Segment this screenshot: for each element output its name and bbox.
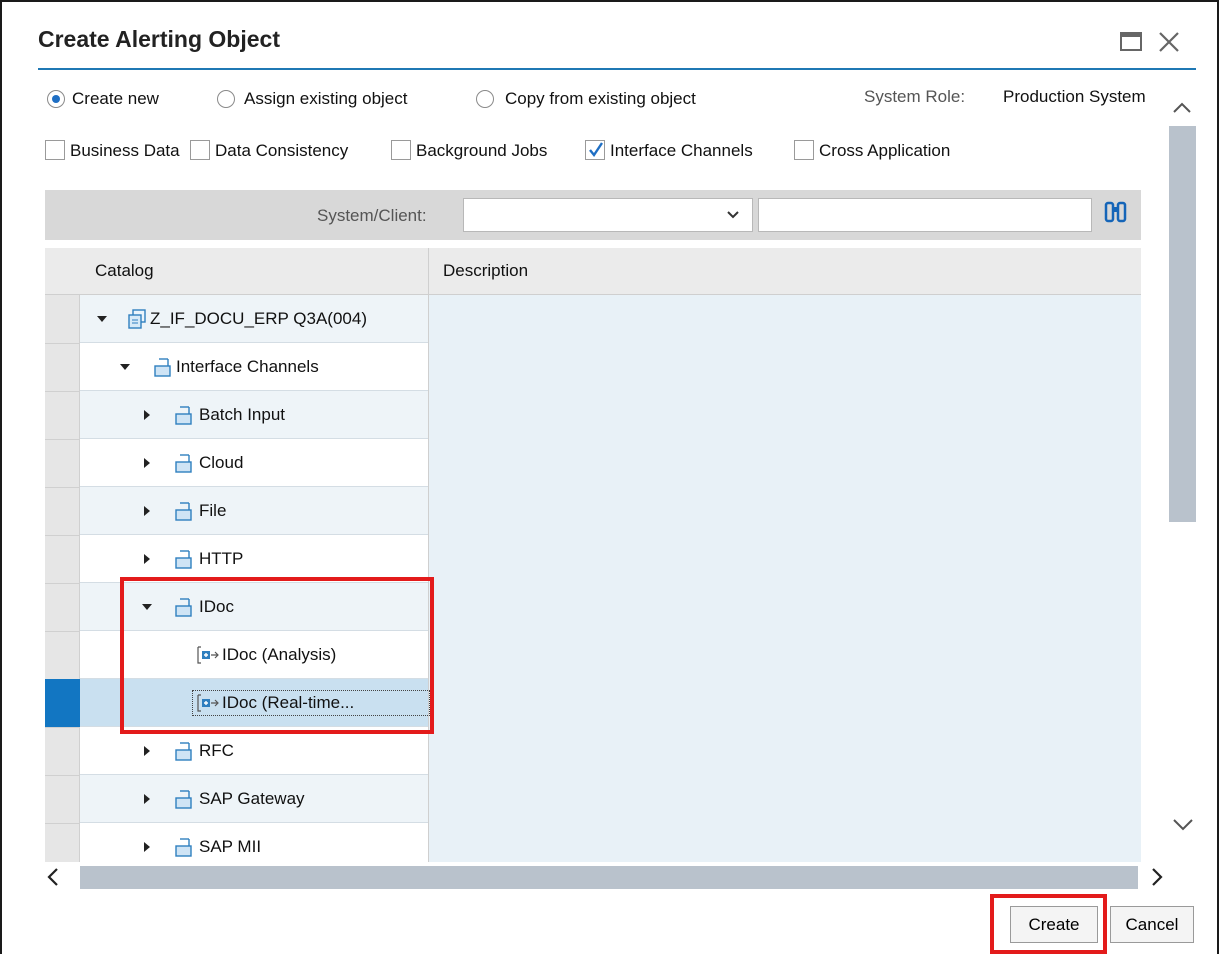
scroll-right-icon[interactable] bbox=[1150, 867, 1164, 887]
collapse-arrow-icon[interactable] bbox=[144, 842, 150, 852]
folder-icon bbox=[175, 790, 192, 809]
checkbox-data-consistency-label[interactable]: Data Consistency bbox=[215, 141, 348, 161]
row-separator bbox=[45, 583, 80, 584]
collapse-arrow-icon[interactable] bbox=[144, 458, 150, 468]
tree-row-batch-input[interactable]: Batch Input bbox=[80, 391, 428, 439]
system-role-value: Production System bbox=[1003, 87, 1146, 106]
system-client-label: System/Client: bbox=[317, 206, 427, 225]
folder-icon bbox=[175, 502, 192, 521]
collapse-arrow-icon[interactable] bbox=[144, 410, 150, 420]
expand-arrow-icon[interactable] bbox=[97, 316, 107, 322]
row-separator bbox=[45, 343, 80, 344]
highlight-idoc-group bbox=[120, 577, 434, 734]
folder-icon bbox=[154, 358, 171, 377]
column-header-catalog[interactable]: Catalog bbox=[95, 261, 154, 281]
system-role-label: System Role: bbox=[864, 87, 966, 106]
binoculars-icon[interactable] bbox=[1103, 200, 1129, 226]
dialog-title: Create Alerting Object bbox=[38, 26, 280, 52]
system-client-select[interactable] bbox=[463, 198, 753, 232]
tree-row-sap-mii[interactable]: SAP MII bbox=[80, 823, 428, 862]
tree-row-label: SAP MII bbox=[199, 837, 262, 856]
scroll-down-icon[interactable] bbox=[1172, 817, 1194, 831]
row-separator bbox=[45, 823, 80, 824]
radio-assign-existing-label[interactable]: Assign existing object bbox=[244, 89, 407, 109]
checkbox-interface-channels-label[interactable]: Interface Channels bbox=[610, 141, 753, 161]
title-underline bbox=[38, 68, 1196, 70]
tree-row-label: RFC bbox=[199, 741, 234, 760]
highlight-create-button bbox=[990, 894, 1107, 954]
column-header-description[interactable]: Description bbox=[443, 261, 528, 281]
row-separator bbox=[45, 727, 80, 728]
folder-icon bbox=[175, 550, 192, 569]
tree-row-label: SAP Gateway bbox=[199, 789, 305, 808]
search-input[interactable] bbox=[758, 198, 1092, 232]
checkbox-background-jobs[interactable] bbox=[391, 140, 411, 160]
folder-icon bbox=[175, 406, 192, 425]
checkbox-cross-application[interactable] bbox=[794, 140, 814, 160]
row-selected-marker[interactable] bbox=[45, 679, 80, 727]
checkmark-icon bbox=[589, 142, 603, 158]
radio-assign-existing[interactable] bbox=[217, 90, 235, 108]
folder-icon bbox=[175, 838, 192, 857]
collapse-arrow-icon[interactable] bbox=[144, 794, 150, 804]
maximize-icon[interactable] bbox=[1120, 32, 1142, 52]
tree-row-label: File bbox=[199, 501, 227, 520]
collapse-arrow-icon[interactable] bbox=[144, 746, 150, 756]
vertical-scrollbar-thumb[interactable] bbox=[1169, 126, 1196, 522]
tree-row-label: Batch Input bbox=[199, 405, 286, 424]
checkbox-background-jobs-label[interactable]: Background Jobs bbox=[416, 141, 547, 161]
checkbox-data-consistency[interactable] bbox=[190, 140, 210, 160]
chevron-down-icon bbox=[727, 211, 739, 219]
tree-row-rfc[interactable]: RFC bbox=[80, 727, 428, 775]
tree-row-label: Cloud bbox=[199, 453, 244, 472]
folder-icon bbox=[175, 454, 192, 473]
checkbox-business-data[interactable] bbox=[45, 140, 65, 160]
tree-row-label: HTTP bbox=[199, 549, 244, 568]
create-alerting-object-dialog: Create Alerting Object Create new Assign… bbox=[0, 0, 1219, 954]
tree-row-label: Interface Channels bbox=[176, 357, 319, 376]
row-separator bbox=[45, 439, 80, 440]
tree-row-label: Z_IF_DOCU_ERP Q3A(004) bbox=[150, 309, 367, 328]
scroll-up-icon[interactable] bbox=[1172, 100, 1192, 114]
tree-row-file[interactable]: File bbox=[80, 487, 428, 535]
row-separator bbox=[45, 535, 80, 536]
row-separator bbox=[45, 775, 80, 776]
close-icon[interactable] bbox=[1158, 31, 1180, 53]
row-separator bbox=[45, 487, 80, 488]
checkbox-interface-channels[interactable] bbox=[585, 140, 605, 160]
collapse-arrow-icon[interactable] bbox=[144, 506, 150, 516]
tree-row-sap-gateway[interactable]: SAP Gateway bbox=[80, 775, 428, 823]
checkbox-business-data-label[interactable]: Business Data bbox=[70, 141, 180, 161]
tree-row-interface-channels[interactable]: Interface Channels bbox=[80, 343, 428, 391]
tree-row-cloud[interactable]: Cloud bbox=[80, 439, 428, 487]
folder-icon bbox=[175, 742, 192, 761]
row-separator bbox=[45, 631, 80, 632]
description-column-area bbox=[429, 295, 1141, 862]
tree-row-root[interactable]: Z_IF_DOCU_ERP Q3A(004) bbox=[80, 295, 428, 343]
column-divider[interactable] bbox=[428, 248, 429, 862]
collapse-arrow-icon[interactable] bbox=[144, 554, 150, 564]
row-selector-column[interactable] bbox=[45, 248, 80, 862]
catalog-table: Catalog Description Z_IF_DOCU_ERP Q3A(00… bbox=[45, 248, 1141, 862]
tree-row-http[interactable]: HTTP bbox=[80, 535, 428, 583]
expand-arrow-icon[interactable] bbox=[120, 364, 130, 370]
radio-create-new[interactable] bbox=[47, 90, 65, 108]
scroll-left-icon[interactable] bbox=[46, 867, 60, 887]
row-separator bbox=[45, 391, 80, 392]
cancel-button[interactable]: Cancel bbox=[1110, 906, 1194, 943]
checkbox-cross-application-label[interactable]: Cross Application bbox=[819, 141, 950, 161]
radio-copy-existing-label[interactable]: Copy from existing object bbox=[505, 89, 696, 109]
horizontal-scrollbar-thumb[interactable] bbox=[80, 866, 1138, 889]
system-folder-icon bbox=[128, 309, 146, 329]
radio-copy-existing[interactable] bbox=[476, 90, 494, 108]
table-header bbox=[45, 248, 1141, 295]
radio-create-new-label[interactable]: Create new bbox=[72, 89, 159, 109]
